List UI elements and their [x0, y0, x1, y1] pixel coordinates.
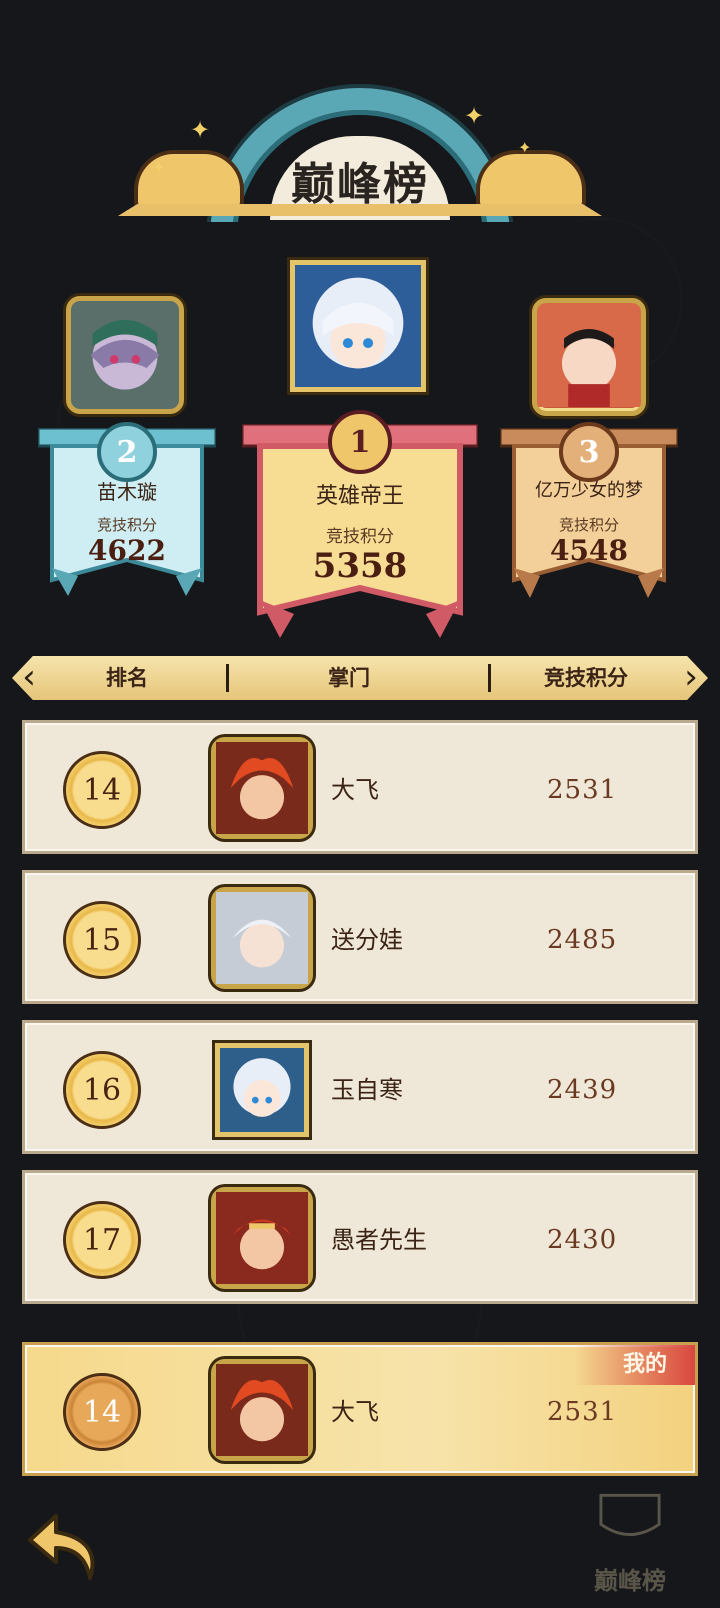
my-rank-row[interactable]: 我的 14 大飞 2531 — [22, 1342, 698, 1476]
red-hair-hero-portrait — [216, 742, 308, 834]
rank-coin: 14 — [63, 1373, 141, 1451]
rank-coin: 15 — [63, 901, 141, 979]
sparkle-icon: ✦ — [152, 158, 166, 177]
sparkle-icon: ✦ — [518, 138, 532, 157]
player-score: 2531 — [547, 1397, 618, 1427]
watermark-emblem: 巅峰榜 — [560, 1488, 700, 1598]
masked-hero-portrait — [71, 301, 179, 409]
player-avatar[interactable] — [211, 737, 313, 839]
podium-3-name: 亿万少女的梦 — [535, 480, 643, 501]
rank-number: 16 — [82, 1072, 122, 1108]
title-base — [118, 204, 602, 216]
player-score: 2430 — [547, 1225, 618, 1255]
sparkle-icon: ✦ — [190, 116, 211, 144]
podium-2-score-label: 竞技积分 — [96, 516, 157, 534]
rank-2-badge: 2 — [97, 422, 157, 482]
header-divider — [488, 664, 491, 692]
player-avatar[interactable] — [211, 887, 313, 989]
player-name: 大飞 — [331, 1398, 379, 1426]
back-arrow-icon — [28, 1514, 95, 1580]
next-arrow-icon[interactable]: › — [676, 656, 706, 700]
rank-3-badge: 3 — [559, 422, 619, 482]
page-title: 巅峰榜 — [291, 159, 429, 210]
watermark-text: 巅峰榜 — [594, 1566, 666, 1595]
player-score: 2439 — [547, 1075, 618, 1105]
rank-number: 14 — [82, 772, 122, 808]
red-warrior-hero-portrait — [216, 1192, 308, 1284]
podium-2-score: 4622 — [88, 534, 166, 567]
header-score: 竞技积分 — [544, 665, 628, 690]
header-rank: 排名 — [106, 665, 148, 690]
podium-1-name: 英雄帝王 — [315, 484, 404, 509]
white-hair-hero-portrait — [295, 265, 421, 387]
player-name: 玉自寒 — [331, 1076, 403, 1104]
sparkle-icon: ✦ — [464, 102, 485, 130]
rank-coin: 16 — [63, 1051, 141, 1129]
rank-coin: 14 — [63, 751, 141, 829]
player-avatar[interactable] — [211, 1359, 313, 1461]
table-row[interactable]: 15 送分娃 2485 — [22, 870, 698, 1004]
podium-3-avatar[interactable] — [532, 298, 646, 416]
player-score: 2485 — [547, 925, 618, 955]
rank-1-badge: 1 — [328, 410, 392, 474]
rank-number: 14 — [82, 1394, 122, 1430]
podium-1-score-label: 竞技积分 — [326, 527, 394, 547]
prev-arrow-icon[interactable]: ‹ — [14, 656, 44, 700]
table-header: 排名 掌门 竞技积分 — [12, 656, 708, 700]
rank-coin: 17 — [63, 1201, 141, 1279]
back-button[interactable] — [26, 1510, 106, 1584]
podium-1-score: 5358 — [312, 546, 408, 586]
player-avatar[interactable] — [211, 1187, 313, 1289]
podium-2-avatar[interactable] — [66, 296, 184, 414]
title-emblem: 巅峰榜 ✦ ✦ ✦ ✦ — [118, 88, 602, 422]
rank-number: 17 — [82, 1222, 122, 1258]
warrior-hero-portrait — [537, 303, 641, 407]
shield-icon — [599, 1493, 661, 1536]
podium-2-banner: 2 苗木璇 竞技积分 4622 — [38, 422, 216, 600]
table-row[interactable]: 14 大飞 2531 — [22, 720, 698, 854]
podium-1-avatar[interactable] — [290, 260, 426, 392]
silver-hair-hero-portrait — [216, 892, 308, 984]
header-divider — [226, 664, 229, 692]
player-name: 愚者先生 — [331, 1226, 427, 1254]
podium-3-banner: 3 亿万少女的梦 竞技积分 4548 — [500, 422, 678, 602]
podium-2-name: 苗木璇 — [97, 480, 157, 504]
red-hair-hero-portrait — [216, 1364, 308, 1456]
cloud-left — [134, 150, 244, 210]
player-avatar[interactable] — [215, 1043, 309, 1137]
player-score: 2531 — [547, 775, 618, 805]
player-name: 送分娃 — [331, 926, 403, 954]
rank-number: 15 — [82, 922, 122, 958]
table-row[interactable]: 17 愚者先生 2430 — [22, 1170, 698, 1304]
podium-1-banner: 1 英雄帝王 竞技积分 5358 — [242, 410, 478, 644]
player-name: 大飞 — [331, 776, 379, 804]
table-row[interactable]: 16 玉自寒 2439 — [22, 1020, 698, 1154]
header-sect: 掌门 — [328, 665, 370, 690]
podium-3-score-label: 竞技积分 — [558, 516, 619, 534]
podium-3-score: 4548 — [550, 534, 628, 567]
white-hair-hero-portrait — [220, 1048, 304, 1132]
cloud-right — [476, 150, 586, 210]
